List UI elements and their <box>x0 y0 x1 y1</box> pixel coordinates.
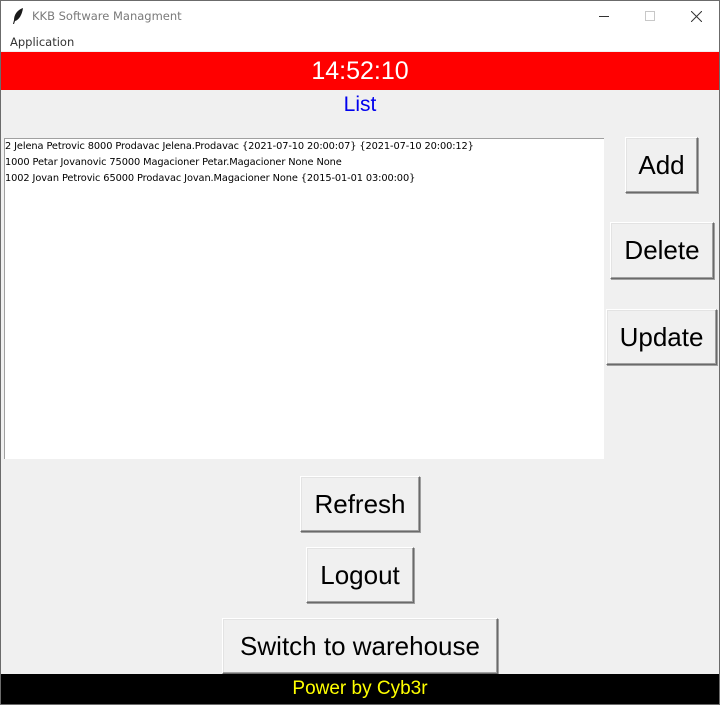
footer-banner: Power by Cyb3r <box>1 674 719 704</box>
list-item[interactable]: 2 Jelena Petrovic 8000 Prodavac Jelena.P… <box>5 141 474 152</box>
switch-to-warehouse-button[interactable]: Switch to warehouse <box>222 618 498 674</box>
refresh-button[interactable]: Refresh <box>300 476 420 532</box>
clock-banner: 14:52:10 <box>1 52 719 90</box>
menu-bar: Application <box>1 31 719 51</box>
clock-time: 14:52:10 <box>311 56 409 85</box>
list-title: List <box>343 93 377 116</box>
title-bar[interactable]: KKB Software Managment <box>1 1 719 31</box>
close-icon <box>690 10 702 22</box>
maximize-icon <box>645 11 655 21</box>
list-item[interactable]: 1000 Petar Jovanovic 75000 Magacioner Pe… <box>5 157 342 168</box>
maximize-button[interactable] <box>627 1 673 31</box>
footer-text: Power by Cyb3r <box>292 678 428 699</box>
employee-listbox[interactable]: 2 Jelena Petrovic 8000 Prodavac Jelena.P… <box>4 138 604 459</box>
logout-button[interactable]: Logout <box>306 547 414 603</box>
menu-application[interactable]: Application <box>10 35 74 49</box>
list-item[interactable]: 1002 Jovan Petrovic 65000 Prodavac Jovan… <box>5 173 415 184</box>
minimize-icon <box>599 16 609 17</box>
close-button[interactable] <box>673 1 719 31</box>
feather-icon <box>13 8 23 24</box>
update-button[interactable]: Update <box>606 309 717 365</box>
delete-button[interactable]: Delete <box>610 222 714 279</box>
minimize-button[interactable] <box>581 1 627 31</box>
add-button[interactable]: Add <box>625 137 698 193</box>
window-title: KKB Software Managment <box>32 9 182 23</box>
app-window: KKB Software Managment Application 14:52… <box>0 0 720 705</box>
